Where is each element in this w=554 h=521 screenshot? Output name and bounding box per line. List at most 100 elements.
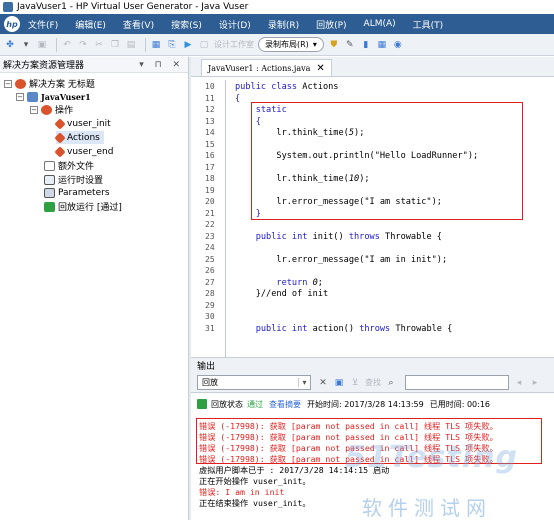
collapse-icon[interactable]: − <box>4 79 12 88</box>
line-number: 17 <box>205 162 215 172</box>
tree-label: 额外文件 <box>58 162 95 172</box>
replay-status-value: 通过 <box>247 399 263 409</box>
tree-item-solution[interactable]: − 解决方案 无标题 <box>4 77 95 90</box>
view-summary-link[interactable]: 查看摘要 <box>269 399 301 410</box>
editor-tab-strip: JavaVuser1 : Actions.java ✕ <box>191 57 554 77</box>
output-toolbar: 回放 ▾ ✕ ▣ ⊻ 查找 ⌕ ◂ ▸ <box>191 373 554 393</box>
collapse-icon[interactable]: − <box>16 92 24 101</box>
check-icon <box>44 201 55 212</box>
globe-icon[interactable]: ◉ <box>392 39 404 51</box>
menu-edit[interactable]: 编辑(E) <box>75 18 106 31</box>
solution-explorer-title: 解决方案资源管理器 <box>3 61 85 71</box>
find-next-icon[interactable]: ▸ <box>529 377 541 389</box>
toolbar: ✤ ▾ ▣ ↶ ↷ ✂ ❐ ▤ ▦ ⎘ ▶ ▢ 设计工作室 录制布局(R) ▾ ⛊… <box>0 34 554 56</box>
menu-search[interactable]: 搜索(S) <box>171 18 202 31</box>
record-layout-label: 录制布局(R) <box>265 40 309 49</box>
code-token: }//end of init <box>235 289 329 299</box>
title-bar: JavaVuser1 - HP Virtual User Generator -… <box>0 0 554 14</box>
tree-label: 回放运行 [通过] <box>58 203 122 213</box>
find-prev-icon[interactable]: ◂ <box>513 377 525 389</box>
check-icon <box>197 399 207 409</box>
design-studio-button[interactable]: 设计工作室 <box>214 39 254 50</box>
code-token: public int <box>235 231 313 242</box>
replay-status-bar: 回放状态 通过 查看摘要 开始时间: 2017/3/28 14:13:59 已用… <box>191 395 554 413</box>
line-number: 11 <box>205 93 215 103</box>
code-line: public class Actions <box>235 82 338 92</box>
tree-label: 解决方案 无标题 <box>29 80 95 90</box>
compile-icon[interactable]: ▦ <box>150 39 162 51</box>
shield-icon[interactable]: ⛊ <box>328 39 340 51</box>
actions-folder-icon <box>41 104 52 115</box>
output-filter-select[interactable]: 回放 ▾ <box>197 375 311 390</box>
code-token: lr.error_message("I am in init"); <box>235 254 448 265</box>
menu-file[interactable]: 文件(F) <box>28 18 58 31</box>
tab-actions-java[interactable]: JavaVuser1 : Actions.java ✕ <box>201 59 332 76</box>
line-number: 30 <box>205 312 215 321</box>
action-icon <box>54 145 66 158</box>
cut-icon[interactable]: ✂ <box>93 39 105 51</box>
window-title: JavaVuser1 - HP Virtual User Generator -… <box>17 2 249 12</box>
menu-alm[interactable]: ALM(A) <box>364 19 396 29</box>
code-line: public int action() throws Throwable { <box>235 324 453 334</box>
menu-record[interactable]: 录制(R) <box>268 18 299 31</box>
watermark-caption: 软件测试网 <box>362 496 492 520</box>
tree-item-vuser-init[interactable]: vuser_init <box>54 117 111 130</box>
menu-tools[interactable]: 工具(T) <box>413 18 444 31</box>
copy-output-icon[interactable]: ▣ <box>333 377 345 389</box>
code-area[interactable]: 10 public class Actions 11{12 static 13 {14… <box>191 80 554 357</box>
tree-item-script[interactable]: − JavaVuser1 <box>16 90 91 103</box>
brush-icon[interactable]: ✎ <box>344 39 356 51</box>
toolbar-separator <box>56 37 57 52</box>
tab-label: JavaVuser1 : Actions.java <box>208 63 311 73</box>
find-button[interactable]: 查找 <box>365 377 381 388</box>
menu-replay[interactable]: 回放(P) <box>316 18 346 31</box>
chart-icon[interactable]: ▮ <box>360 39 372 51</box>
save-icon[interactable]: ▣ <box>36 39 48 51</box>
chevron-down-icon: ▾ <box>298 378 310 387</box>
redo-icon[interactable]: ↷ <box>77 39 89 51</box>
chevron-down-icon: ▾ <box>312 40 317 49</box>
code-token: init() <box>312 231 349 242</box>
menu-view[interactable]: 查看(V) <box>123 18 154 31</box>
grid-icon[interactable]: ▦ <box>376 39 388 51</box>
script-icon <box>27 91 38 102</box>
pane-controls[interactable]: ▾ ⊓ ✕ <box>139 60 184 70</box>
line-number: 23 <box>205 231 215 241</box>
paste-icon[interactable]: ▤ <box>125 39 137 51</box>
tree-item-parameters[interactable]: Parameters <box>44 186 110 199</box>
output-search-input[interactable] <box>405 375 509 390</box>
code-token: public class <box>235 82 303 92</box>
line-number: 10 <box>205 82 215 91</box>
toolbar-separator <box>145 37 146 52</box>
clear-icon[interactable]: ✕ <box>317 377 329 389</box>
tree-item-actions-folder[interactable]: − 操作 <box>30 103 73 116</box>
tree-item-runtime-settings[interactable]: 运行时设置 <box>44 173 103 186</box>
add-script-icon[interactable]: ▾ <box>20 39 32 51</box>
gutter-divider <box>225 80 226 357</box>
solution-explorer-header: 解决方案资源管理器 ▾ ⊓ ✕ <box>0 57 188 73</box>
replay-status-label: 回放状态 <box>211 399 243 409</box>
new-solution-icon[interactable]: ✤ <box>4 39 16 51</box>
copy-icon[interactable]: ❐ <box>109 39 121 51</box>
line-number: 19 <box>205 185 215 195</box>
line-number: 25 <box>205 254 215 264</box>
close-icon[interactable]: ✕ <box>316 63 324 74</box>
line-number: 12 <box>205 105 215 114</box>
tree-item-extra-files[interactable]: 额外文件 <box>44 159 94 172</box>
watermark-logo: 51Testing <box>345 440 519 475</box>
record-icon[interactable]: ⎘ <box>166 39 178 51</box>
find-icon[interactable]: ⊻ <box>349 377 361 389</box>
tree-item-vuser-end[interactable]: vuser_end <box>54 145 113 158</box>
run-icon[interactable]: ▶ <box>182 39 194 51</box>
collapse-icon[interactable]: − <box>30 105 38 114</box>
undo-icon[interactable]: ↶ <box>61 39 73 51</box>
record-layout-dropdown[interactable]: 录制布局(R) ▾ <box>258 37 324 52</box>
search-icon[interactable]: ⌕ <box>385 377 397 389</box>
tree-item-replay-run[interactable]: 回放运行 [通过] <box>44 200 122 213</box>
solution-explorer: 解决方案资源管理器 ▾ ⊓ ✕ − 解决方案 无标题 − JavaVuser1 … <box>0 57 189 520</box>
tree-item-actions[interactable]: Actions <box>54 131 104 144</box>
action-icon <box>54 117 66 130</box>
menu-design[interactable]: 设计(D) <box>219 18 251 31</box>
design-studio-icon: ▢ <box>199 39 209 50</box>
settings-icon <box>44 174 55 185</box>
